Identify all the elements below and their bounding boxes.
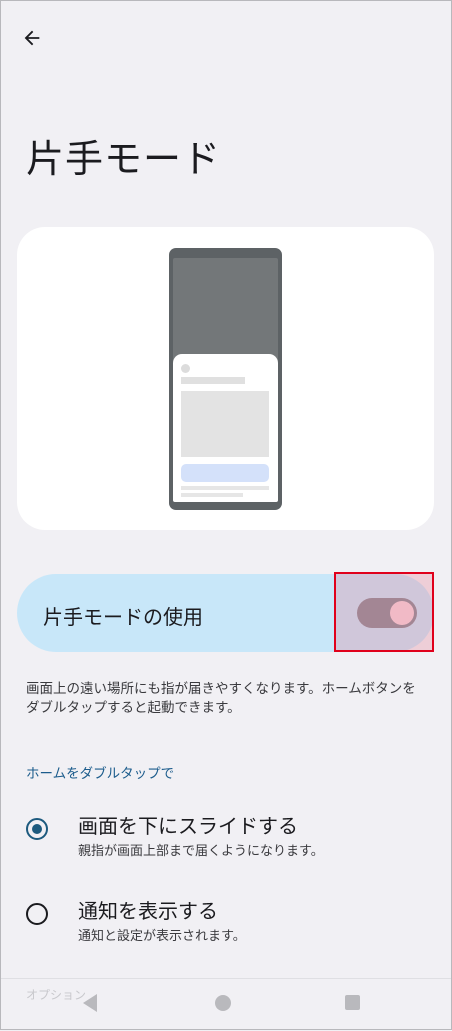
radio-unselected-icon[interactable] bbox=[26, 903, 48, 925]
partial-section-label: オプション bbox=[26, 988, 87, 1002]
nav-home-icon[interactable] bbox=[215, 995, 231, 1011]
highlight-box bbox=[334, 572, 434, 652]
sheet-avatar bbox=[181, 364, 190, 373]
page-title: 片手モード bbox=[26, 137, 222, 181]
option-title: 画面を下にスライドする bbox=[78, 814, 298, 838]
slid-down-sheet bbox=[173, 354, 278, 502]
toggle-label: 片手モードの使用 bbox=[43, 605, 203, 629]
illustration-card bbox=[17, 227, 434, 530]
radio-selected-icon[interactable] bbox=[26, 818, 48, 840]
sheet-button bbox=[181, 464, 269, 482]
sheet-line bbox=[181, 486, 269, 490]
option-slide-down[interactable]: 画面を下にスライドする 親指が画面上部まで届くようになります。 bbox=[26, 810, 426, 870]
nav-back-icon[interactable] bbox=[83, 994, 97, 1012]
phone-screen bbox=[173, 258, 278, 502]
section-header: ホームをダブルタップで bbox=[26, 766, 175, 782]
sheet-line bbox=[181, 377, 245, 384]
back-button[interactable] bbox=[16, 22, 48, 54]
option-subtitle: 親指が画面上部まで届くようになります。 bbox=[78, 844, 324, 859]
phone-illustration bbox=[169, 248, 282, 510]
option-show-notifications[interactable]: 通知を表示する 通知と設定が表示されます。 bbox=[26, 895, 426, 955]
nav-recents-icon[interactable] bbox=[345, 995, 360, 1010]
sheet-line bbox=[181, 493, 243, 497]
sheet-block bbox=[181, 391, 269, 457]
option-title: 通知を表示する bbox=[78, 899, 218, 923]
option-subtitle: 通知と設定が表示されます。 bbox=[78, 929, 246, 944]
description-text: 画面上の遠い場所にも指が届きやすくなります。ホームボタンをダブルタップすると起動… bbox=[26, 681, 416, 716]
arrow-left-icon bbox=[24, 30, 40, 46]
